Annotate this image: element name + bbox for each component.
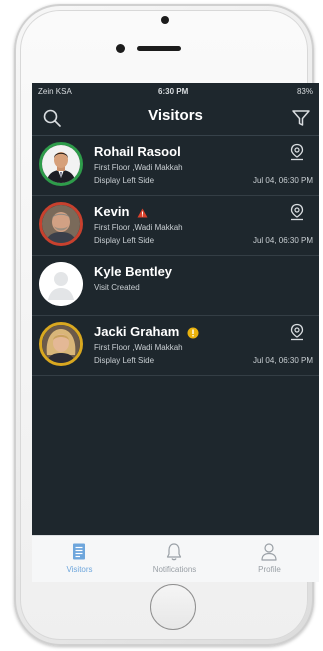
- home-button[interactable]: [150, 584, 196, 630]
- bottom-tab-bar: Visitors Notifications Profile: [32, 535, 319, 582]
- battery-level: 83%: [296, 87, 313, 96]
- visit-timestamp: Jul 04, 06:30 PM: [252, 356, 313, 365]
- avatar-placeholder: [39, 262, 83, 306]
- visit-timestamp: Jul 04, 06:30 PM: [252, 236, 313, 245]
- carrier-label: Zein KSA: [38, 87, 72, 96]
- visitor-row-kyle[interactable]: Kyle Bentley Visit Created: [32, 256, 319, 316]
- status-bar: Zein KSA 6:30 PM 83%: [32, 83, 319, 101]
- status-time: 6:30 PM: [158, 87, 189, 96]
- visitor-name: Kyle Bentley: [94, 264, 173, 279]
- page-title: Visitors: [148, 107, 203, 124]
- visit-timestamp: Jul 04, 06:30 PM: [252, 176, 313, 185]
- warning-triangle-icon: [137, 208, 148, 218]
- visitor-name: Rohail Rasool: [94, 144, 181, 159]
- document-icon: [73, 543, 85, 560]
- visitor-location: First Floor ,Wadi Makkah: [94, 223, 183, 232]
- visitor-name: Jacki Graham: [94, 324, 199, 339]
- person-icon: [261, 543, 277, 561]
- avatar: [39, 322, 83, 366]
- app-screen: Zein KSA 6:30 PM 83% Visitors Rohail Ras…: [32, 83, 319, 581]
- visitor-row-jacki[interactable]: Jacki Graham First Floor ,Wadi Makkah Di…: [32, 316, 319, 376]
- avatar: [39, 142, 83, 186]
- tab-label: Notifications: [152, 565, 197, 574]
- tab-label: Visitors: [66, 565, 93, 574]
- visitor-location: First Floor ,Wadi Makkah: [94, 343, 183, 352]
- visit-status: Visit Created: [94, 283, 140, 292]
- front-sensor-icon: [116, 44, 125, 53]
- tab-visitors[interactable]: Visitors: [32, 536, 127, 582]
- visitor-display: Display Left Side: [94, 236, 155, 245]
- tab-label: Profile: [258, 565, 281, 574]
- header-bar: Visitors: [32, 101, 319, 136]
- visitor-name-text: Jacki Graham: [94, 324, 180, 339]
- location-pin-icon[interactable]: [289, 203, 305, 221]
- bell-icon: [166, 543, 182, 561]
- camera-icon: [161, 16, 169, 24]
- visitor-display: Display Left Side: [94, 356, 155, 365]
- tab-profile[interactable]: Profile: [222, 536, 317, 582]
- visitor-display: Display Left Side: [94, 176, 155, 185]
- visitor-row-rohail[interactable]: Rohail Rasool First Floor ,Wadi Makkah D…: [32, 136, 319, 196]
- earpiece-speaker: [137, 46, 181, 51]
- location-pin-icon[interactable]: [289, 143, 305, 161]
- exclamation-circle-icon: [187, 327, 199, 339]
- filter-icon[interactable]: [291, 108, 311, 128]
- visitor-name-text: Kevin: [94, 204, 130, 219]
- avatar: [39, 202, 83, 246]
- location-pin-icon[interactable]: [289, 323, 305, 341]
- visitor-location: First Floor ,Wadi Makkah: [94, 163, 183, 172]
- visitor-name: Kevin: [94, 204, 148, 219]
- visitor-row-kevin[interactable]: Kevin First Floor ,Wadi Makkah Display L…: [32, 196, 319, 256]
- tab-notifications[interactable]: Notifications: [127, 536, 222, 582]
